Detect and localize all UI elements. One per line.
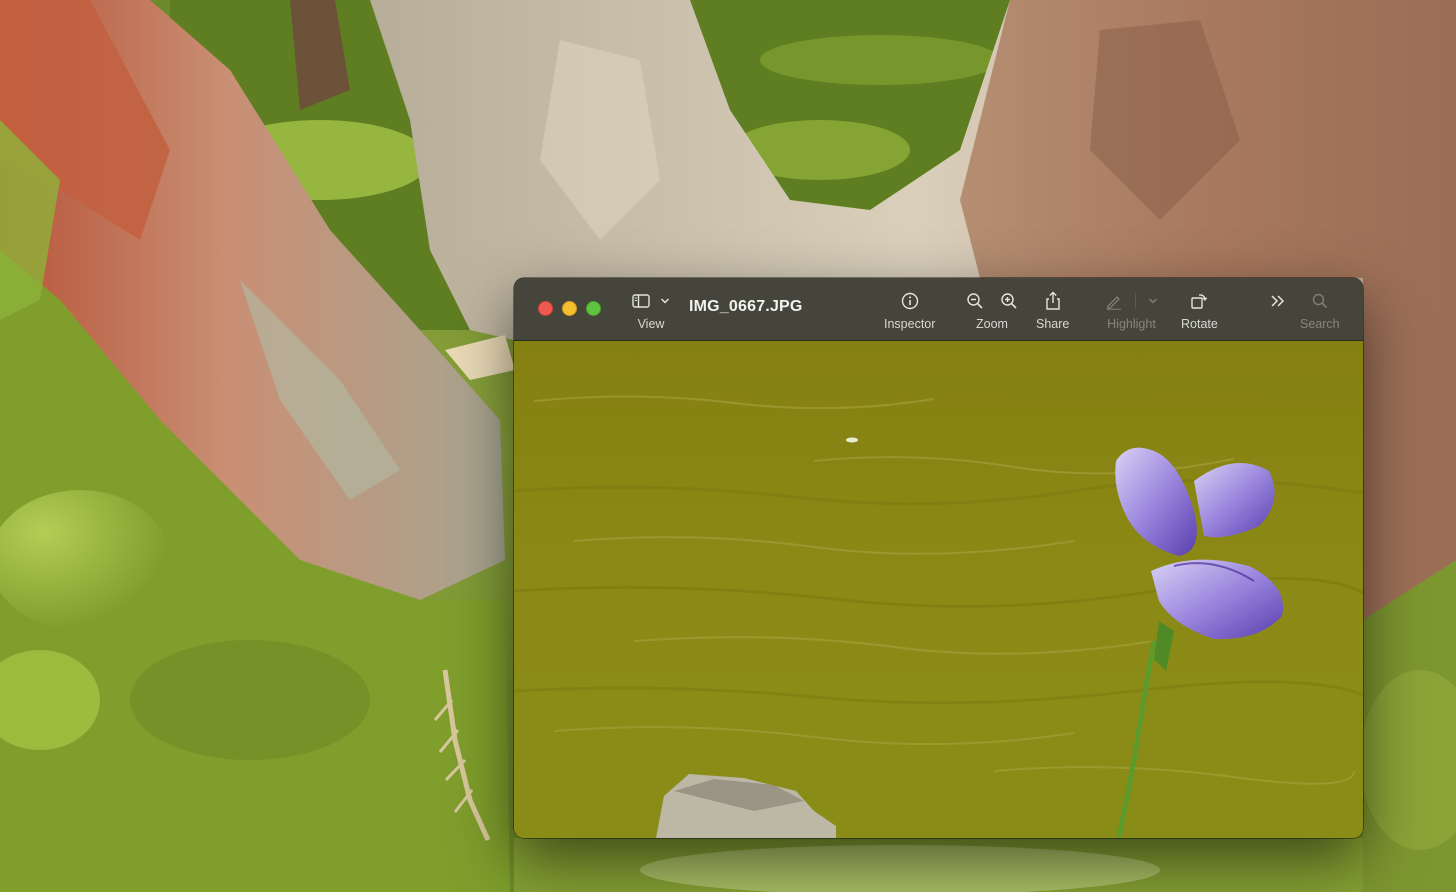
highlight-button[interactable]: Highlight <box>1105 290 1158 331</box>
search-button[interactable]: Search <box>1300 290 1340 331</box>
double-chevron-right-icon <box>1271 295 1285 307</box>
rotate-button[interactable]: Rotate <box>1181 290 1218 331</box>
chevron-down-icon[interactable] <box>1148 297 1158 305</box>
zoom-label: Zoom <box>976 317 1008 331</box>
zoom-in-icon[interactable] <box>1000 292 1018 310</box>
view-label: View <box>637 317 665 331</box>
rotate-icon <box>1191 294 1208 309</box>
rotate-label: Rotate <box>1181 317 1218 331</box>
preview-window: View IMG_0667.JPG Inspector Zoom Share H… <box>514 278 1363 838</box>
pen-icon <box>1106 296 1121 310</box>
share-button[interactable]: Share <box>1036 290 1069 331</box>
share-icon <box>1045 291 1060 310</box>
inspector-label: Inspector <box>884 317 936 331</box>
zoom-window-button[interactable] <box>586 301 601 316</box>
window-toolbar: View IMG_0667.JPG Inspector Zoom Share H… <box>514 278 1363 341</box>
close-window-button[interactable] <box>538 301 553 316</box>
zoom-control: Zoom <box>966 290 1018 331</box>
minimize-window-button[interactable] <box>562 301 577 316</box>
search-label: Search <box>1300 317 1340 331</box>
more-tools-button[interactable] <box>1270 290 1286 312</box>
iris-photo <box>514 341 1363 838</box>
sidebar-icon <box>632 294 650 308</box>
highlight-label: Highlight <box>1107 317 1156 331</box>
zoom-out-icon[interactable] <box>966 292 984 310</box>
info-icon <box>901 292 918 310</box>
search-icon <box>1312 293 1327 309</box>
window-title: IMG_0667.JPG <box>689 298 803 315</box>
share-label: Share <box>1036 317 1070 331</box>
view-button[interactable]: View <box>632 290 670 331</box>
chevron-down-icon[interactable] <box>660 297 670 305</box>
inspector-button[interactable]: Inspector <box>884 290 935 331</box>
image-canvas[interactable] <box>514 341 1363 838</box>
